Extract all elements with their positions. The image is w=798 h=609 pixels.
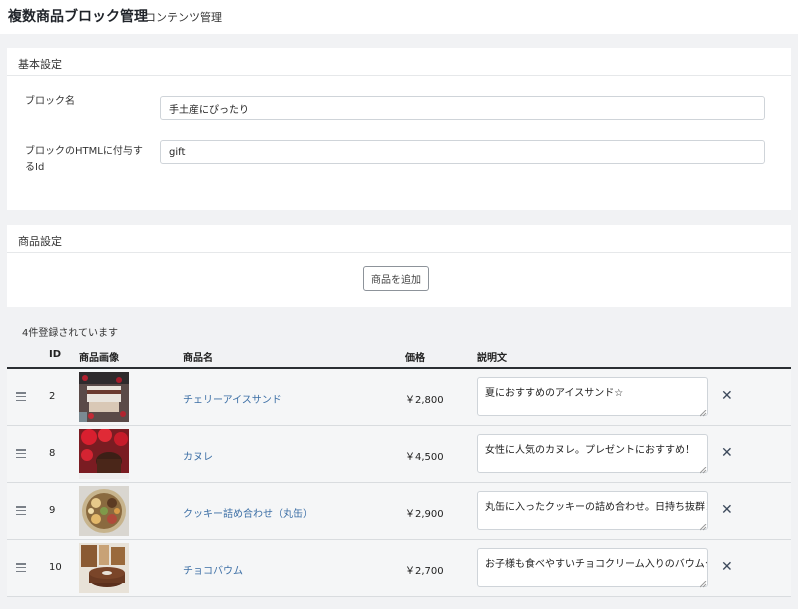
description-textarea[interactable]: お子様も食べやすいチョコクリーム入りのバウムクーヘン — [477, 548, 708, 587]
table-row: 10 チョコバウム ￥2,700 お子様も食べやすいチョコクリーム入りのバウムク… — [7, 540, 791, 597]
choco-baum-photo — [79, 543, 129, 593]
page-title: 複数商品ブロック管理 — [8, 9, 148, 25]
product-settings-card: 商品設定 商品を追加 — [7, 225, 791, 307]
html-id-input[interactable] — [160, 140, 765, 164]
html-id-label: ブロックのHTMLに付与するId — [25, 146, 143, 173]
product-price: ￥4,500 — [405, 452, 444, 463]
page-subtitle: コンテンツ管理 — [145, 11, 222, 24]
drag-handle-icon[interactable] — [16, 506, 26, 515]
table-header: ID 商品画像 商品名 価格 説明文 — [7, 342, 791, 369]
description-textarea[interactable]: 丸缶に入ったクッキーの詰め合わせ。日持ち抜群！ — [477, 491, 708, 530]
basic-settings-card: 基本設定 ブロック名 ブロックのHTMLに付与するId — [7, 48, 791, 210]
product-name-link[interactable]: チョコバウム — [183, 562, 243, 577]
description-textarea[interactable]: 夏におすすめのアイスサンド☆ — [477, 377, 708, 416]
resize-grip-icon[interactable] — [700, 524, 707, 531]
canele-photo — [79, 429, 129, 479]
column-header-image: 商品画像 — [79, 353, 119, 364]
delete-icon[interactable]: ✕ — [721, 503, 733, 517]
block-name-label: ブロック名 — [25, 96, 75, 107]
table-row: 2 チェリーアイスサンド ￥2,800 夏におすすめのアイスサンド☆ ✕ — [7, 369, 791, 426]
product-price: ￥2,900 — [405, 509, 444, 520]
drag-handle-icon[interactable] — [16, 392, 26, 401]
resize-grip-icon[interactable] — [700, 410, 707, 417]
delete-icon[interactable]: ✕ — [721, 389, 733, 403]
basic-settings-title: 基本設定 — [7, 48, 791, 76]
column-header-price: 価格 — [405, 353, 425, 364]
cookie-tin-photo — [79, 486, 129, 536]
cherry-ice-sandwich-photo — [79, 372, 129, 422]
row-id: 8 — [49, 448, 56, 459]
column-header-id: ID — [49, 349, 62, 360]
row-id: 10 — [49, 562, 62, 573]
table-row: 8 カヌレ ￥4,500 女性に人気のカヌレ。プレゼントにおすすめ！ ✕ — [7, 426, 791, 483]
product-name-link[interactable]: クッキー詰め合わせ（丸缶） — [183, 505, 313, 520]
row-id: 2 — [49, 391, 56, 402]
column-header-name: 商品名 — [183, 353, 213, 364]
product-table: ID 商品画像 商品名 価格 説明文 2 チェリーアイスサンド ￥2,800 夏… — [7, 342, 791, 597]
resize-grip-icon[interactable] — [700, 581, 707, 588]
column-header-description: 説明文 — [477, 353, 507, 364]
product-settings-title: 商品設定 — [7, 225, 791, 253]
page-header: 複数商品ブロック管理 コンテンツ管理 — [0, 0, 798, 34]
table-row: 9 クッキー詰め合わせ（丸缶） ￥2,900 丸缶に入ったクッキーの詰め合わせ。… — [7, 483, 791, 540]
registered-count: 4件登録されています — [22, 328, 119, 339]
description-textarea[interactable]: 女性に人気のカヌレ。プレゼントにおすすめ！ — [477, 434, 708, 473]
add-product-button[interactable]: 商品を追加 — [363, 266, 429, 291]
product-price: ￥2,700 — [405, 566, 444, 577]
product-name-link[interactable]: チェリーアイスサンド — [183, 391, 282, 406]
delete-icon[interactable]: ✕ — [721, 446, 733, 460]
product-price: ￥2,800 — [405, 395, 444, 406]
resize-grip-icon[interactable] — [700, 467, 707, 474]
product-name-link[interactable]: カヌレ — [183, 448, 213, 463]
block-name-input[interactable] — [160, 96, 765, 120]
drag-handle-icon[interactable] — [16, 449, 26, 458]
delete-icon[interactable]: ✕ — [721, 560, 733, 574]
row-id: 9 — [49, 505, 56, 516]
drag-handle-icon[interactable] — [16, 563, 26, 572]
